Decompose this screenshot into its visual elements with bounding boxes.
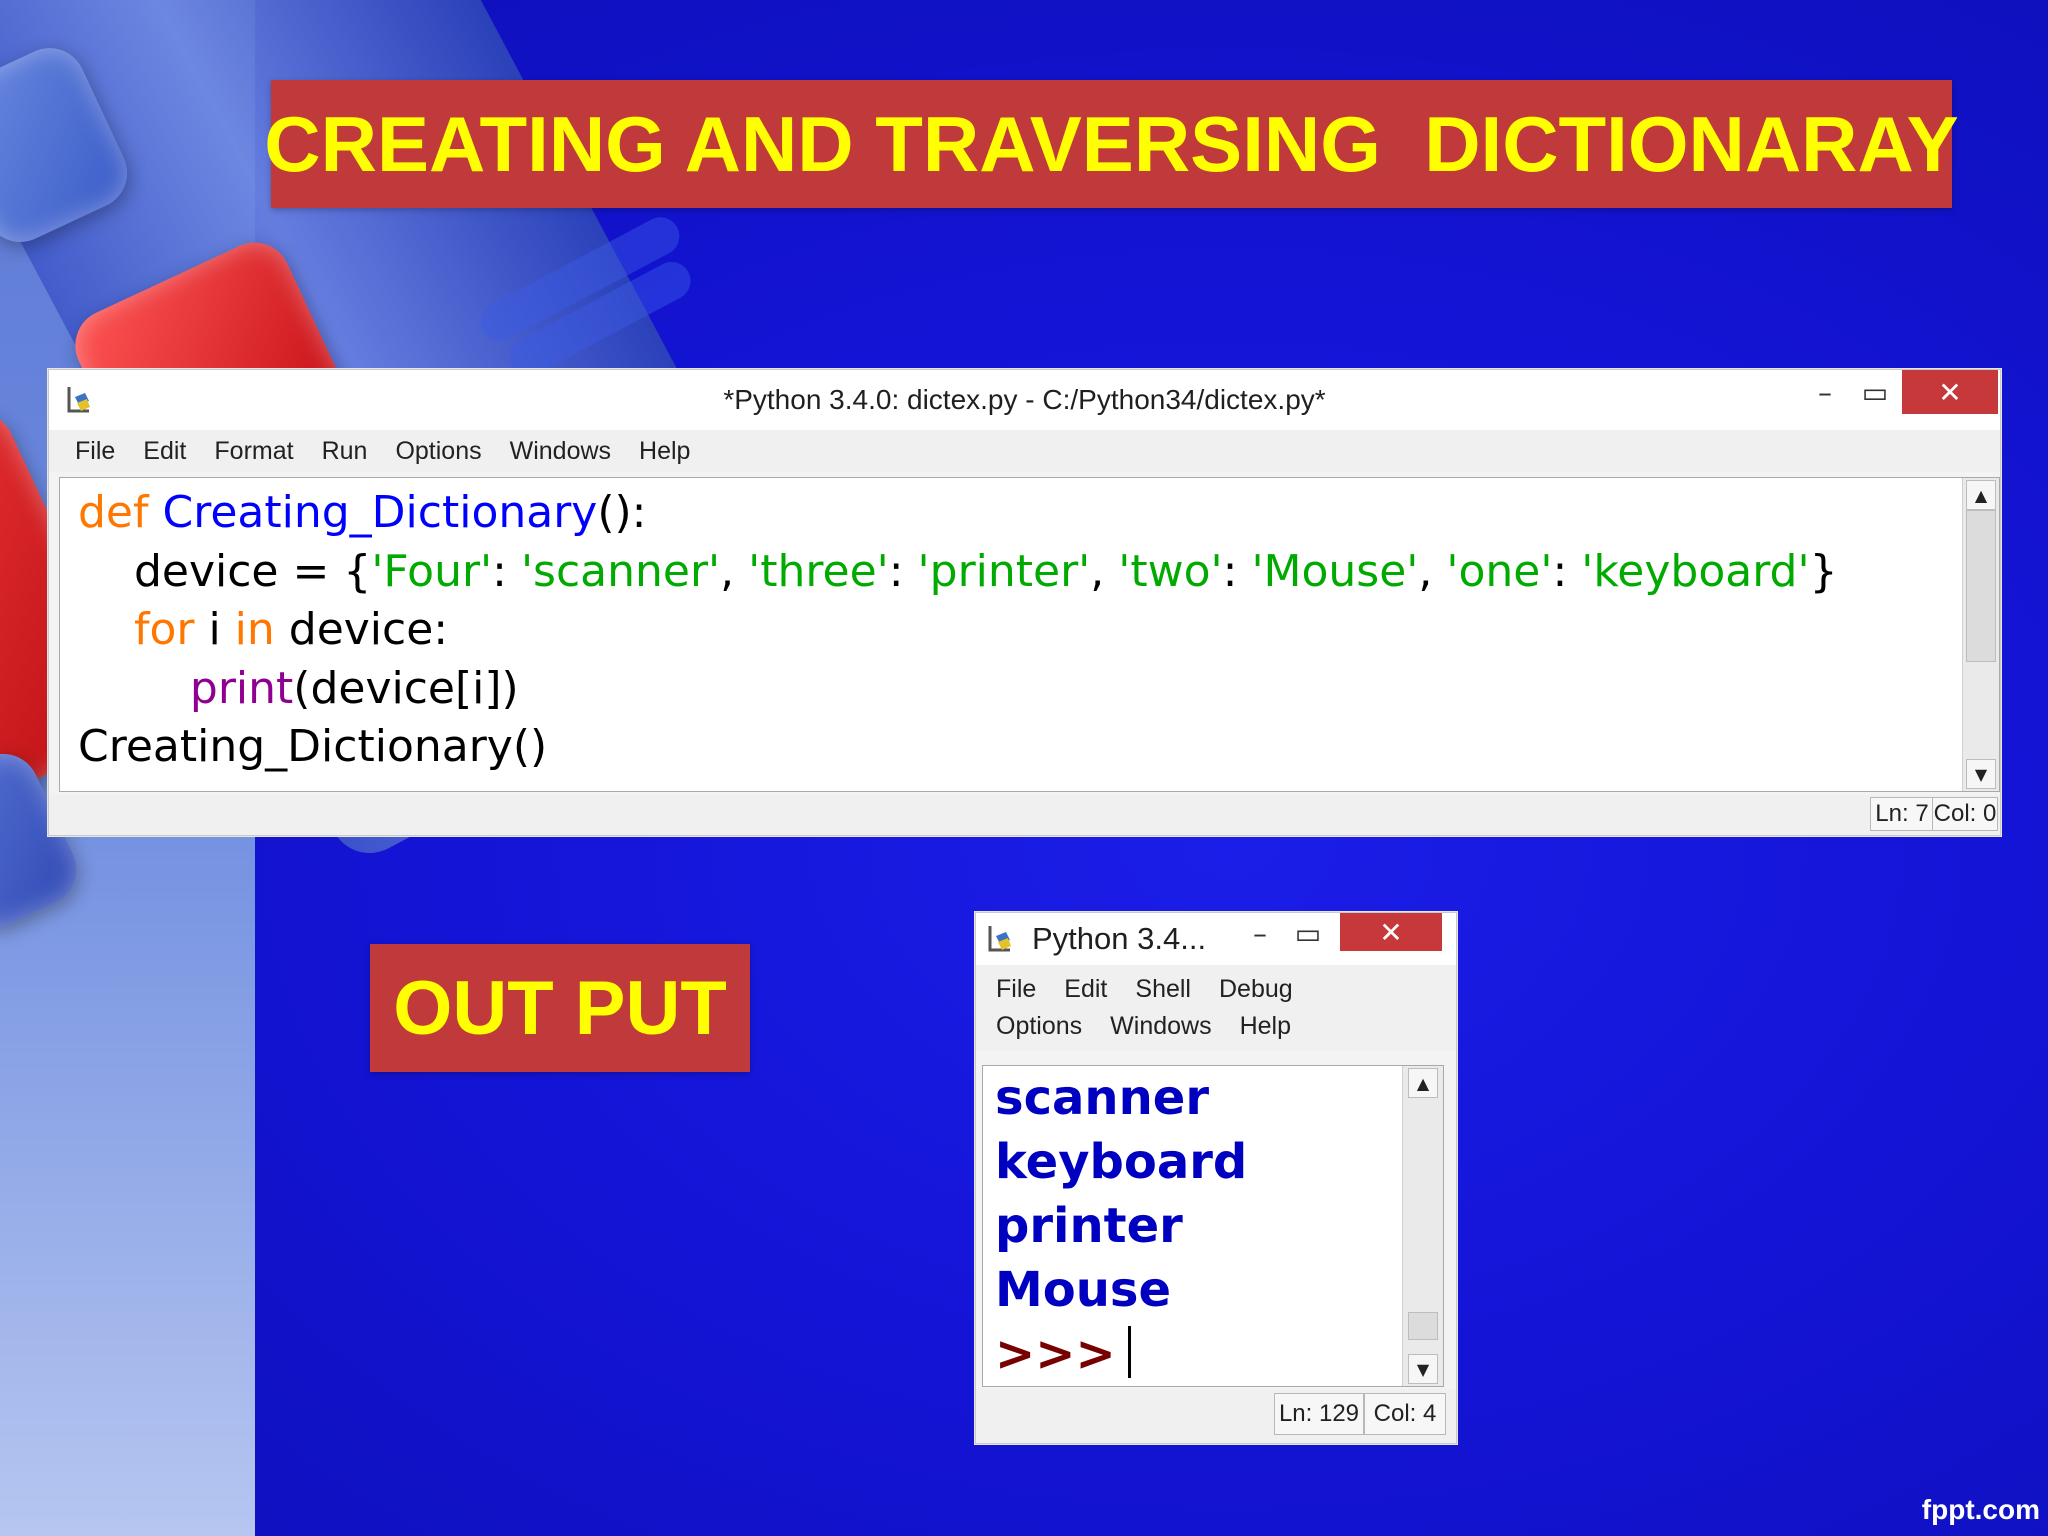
scroll-up-icon[interactable]: ▲ xyxy=(1408,1068,1438,1098)
menu-edit[interactable]: Edit xyxy=(129,437,200,466)
code-line: def Creating_Dictionary(): xyxy=(78,487,647,538)
scroll-down-icon[interactable]: ▼ xyxy=(1408,1354,1438,1384)
editor-window[interactable]: *Python 3.4.0: dictex.py - C:/Python34/d… xyxy=(48,369,2001,836)
output-line: keyboard xyxy=(995,1134,1248,1190)
editor-scrollbar[interactable]: ▲ ▼ xyxy=(1962,478,1999,791)
menu-options[interactable]: Options xyxy=(982,1012,1096,1041)
editor-title: *Python 3.4.0: dictex.py - C:/Python34/d… xyxy=(723,384,1326,415)
shell-title: Python 3.4... xyxy=(1032,921,1207,956)
shell-menubar: File Edit Shell Debug Options Windows He… xyxy=(976,965,1456,1051)
minimize-icon[interactable]: – xyxy=(1240,913,1280,953)
code-line: for i in device: xyxy=(133,604,449,655)
output-label: OUT PUT xyxy=(370,944,750,1072)
output-line: scanner xyxy=(995,1070,1209,1126)
menu-run[interactable]: Run xyxy=(308,437,382,466)
menu-shell[interactable]: Shell xyxy=(1121,975,1205,1004)
slide-title: CREATING AND TRAVERSING DICTIONARAY xyxy=(264,80,1959,208)
menu-help[interactable]: Help xyxy=(625,437,704,466)
column-indicator: Col: 4 xyxy=(1364,1393,1446,1435)
shell-statusbar: Ln: 129 Col: 4 xyxy=(976,1389,1456,1443)
line-indicator: Ln: 7 xyxy=(1870,797,1934,831)
source-code: def Creating_Dictionary(): device = {'Fo… xyxy=(78,484,1838,777)
shell-window[interactable]: Python 3.4... – ▭ ✕ File Edit Shell Debu… xyxy=(975,912,1457,1444)
column-indicator: Col: 0 xyxy=(1932,797,1998,831)
scroll-down-icon[interactable]: ▼ xyxy=(1966,759,1996,789)
output-line: printer xyxy=(995,1198,1183,1254)
editor-menubar: File Edit Format Run Options Windows Hel… xyxy=(49,430,2000,472)
maximize-icon[interactable]: ▭ xyxy=(1288,913,1328,953)
shell-output: scanner keyboard printer Mouse >>> xyxy=(995,1066,1247,1386)
menu-file[interactable]: File xyxy=(982,975,1050,1004)
shell-scrollbar[interactable]: ▲ ▼ xyxy=(1402,1066,1443,1386)
code-line: device = {'Four': 'scanner', 'three': 'p… xyxy=(78,545,1838,597)
menu-windows[interactable]: Windows xyxy=(1096,1012,1225,1041)
shell-prompt: >>> xyxy=(995,1326,1116,1382)
close-icon[interactable]: ✕ xyxy=(1902,370,1998,414)
close-icon[interactable]: ✕ xyxy=(1340,913,1442,951)
output-line: Mouse xyxy=(995,1262,1172,1318)
menu-edit[interactable]: Edit xyxy=(1050,975,1121,1004)
scroll-thumb[interactable] xyxy=(1966,510,1996,662)
line-indicator: Ln: 129 xyxy=(1274,1393,1364,1435)
editor-statusbar: Ln: 7 Col: 0 xyxy=(49,795,2000,835)
shell-titlebar[interactable]: Python 3.4... – ▭ ✕ xyxy=(976,913,1456,965)
menu-windows[interactable]: Windows xyxy=(496,437,625,466)
python-idle-icon xyxy=(988,926,1011,952)
menu-file[interactable]: File xyxy=(61,437,129,466)
code-editor[interactable]: def Creating_Dictionary(): device = {'Fo… xyxy=(59,477,2000,792)
watermark: fppt.com xyxy=(1921,1494,2040,1525)
shell-output-area[interactable]: scanner keyboard printer Mouse >>> ▲ ▼ xyxy=(982,1065,1444,1387)
code-line: print(device[i]) xyxy=(189,662,519,714)
editor-titlebar[interactable]: *Python 3.4.0: dictex.py - C:/Python34/d… xyxy=(49,370,2000,430)
menu-format[interactable]: Format xyxy=(200,437,307,466)
minimize-icon[interactable]: – xyxy=(1800,370,1850,414)
code-line: Creating_Dictionary() xyxy=(78,721,548,772)
menu-options[interactable]: Options xyxy=(381,437,495,466)
menu-debug[interactable]: Debug xyxy=(1205,975,1307,1004)
text-cursor xyxy=(1127,1326,1131,1378)
scroll-up-icon[interactable]: ▲ xyxy=(1966,480,1996,510)
menu-help[interactable]: Help xyxy=(1226,1012,1305,1041)
scroll-thumb[interactable] xyxy=(1408,1312,1438,1340)
maximize-icon[interactable]: ▭ xyxy=(1850,370,1900,414)
